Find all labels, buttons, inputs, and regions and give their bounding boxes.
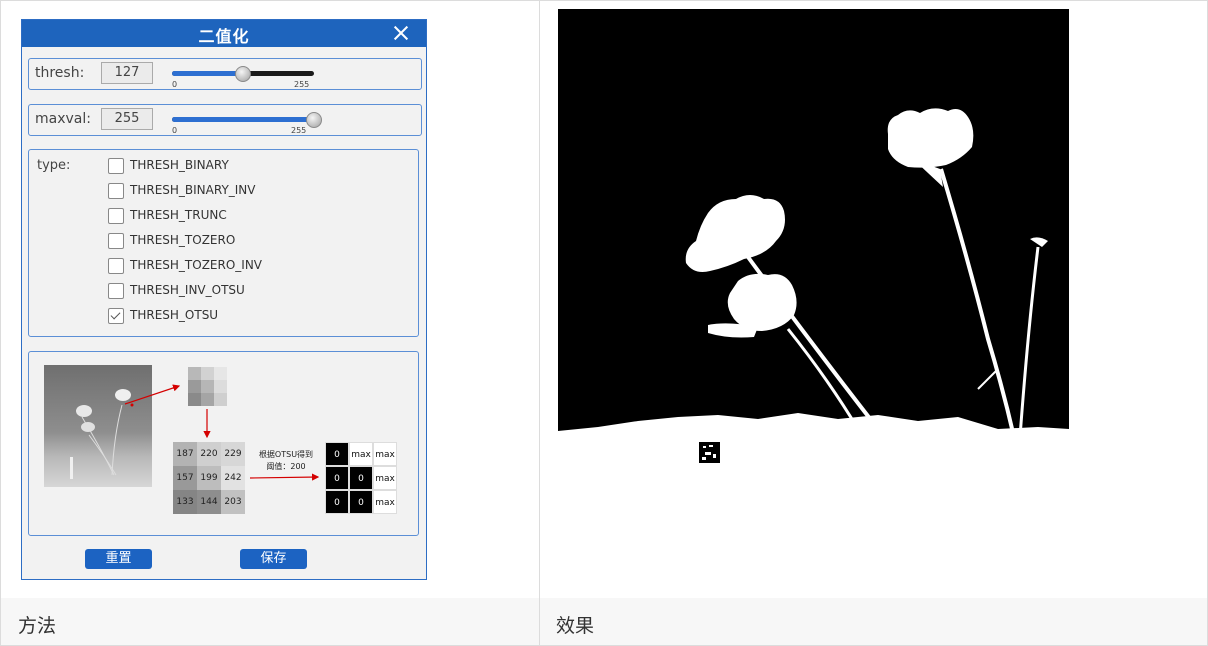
type-checkbox[interactable] bbox=[108, 258, 124, 274]
type-option-label: THRESH_INV_OTSU bbox=[130, 283, 245, 297]
result-cell: 0 bbox=[325, 490, 349, 514]
noise-patch bbox=[699, 442, 720, 463]
binarized-result-image bbox=[558, 9, 1069, 439]
type-option-label: THRESH_TOZERO bbox=[130, 233, 236, 247]
result-cell: max bbox=[373, 466, 397, 490]
flower-photo bbox=[44, 365, 152, 487]
maxval-spinbox[interactable]: 255 bbox=[101, 108, 153, 130]
type-checkbox[interactable] bbox=[108, 183, 124, 199]
maxval-label: maxval: bbox=[35, 111, 91, 127]
otsu-note-line2: 阈值：200 bbox=[266, 462, 306, 471]
zoom-pixel bbox=[214, 393, 227, 406]
thresh-label: thresh: bbox=[35, 65, 85, 81]
maxval-slider-handle[interactable] bbox=[306, 112, 322, 128]
zoom-pixel bbox=[214, 367, 227, 380]
type-option-label: THRESH_TRUNC bbox=[130, 208, 227, 222]
zoom-pixel bbox=[201, 367, 214, 380]
footer-cell-method bbox=[1, 598, 539, 645]
pixel-value-cell: 144 bbox=[197, 490, 221, 514]
result-cell: 0 bbox=[325, 442, 349, 466]
type-option-label: THRESH_TOZERO_INV bbox=[130, 258, 262, 272]
binarized-flowers-svg bbox=[558, 9, 1069, 439]
zoom-pixel bbox=[188, 380, 201, 393]
pixel-value-cell: 199 bbox=[197, 466, 221, 490]
type-checkbox[interactable] bbox=[108, 283, 124, 299]
result-cell: max bbox=[373, 442, 397, 466]
pixel-value-cell: 157 bbox=[173, 466, 197, 490]
type-checkbox[interactable] bbox=[108, 158, 124, 174]
binarize-dialog: 二值化 thresh: 127 0 255 maxval: 255 0 255 … bbox=[21, 19, 427, 580]
flower-photo-svg bbox=[70, 389, 134, 479]
result-cell: 0 bbox=[325, 466, 349, 490]
footer-effect-label: 效果 bbox=[556, 615, 595, 637]
thresh-group: thresh: 127 0 255 bbox=[28, 58, 422, 90]
dialog-title: 二值化 bbox=[198, 27, 250, 46]
zoom-pixel bbox=[201, 393, 214, 406]
noise-patch-svg bbox=[702, 445, 716, 460]
reset-button[interactable]: 重置 bbox=[85, 549, 152, 569]
grid-line-middle bbox=[539, 0, 540, 646]
pixel-value-cell: 203 bbox=[221, 490, 245, 514]
type-option-label: THRESH_OTSU bbox=[130, 308, 219, 322]
thresh-slider-handle[interactable] bbox=[234, 66, 251, 82]
type-option-label: THRESH_BINARY_INV bbox=[130, 183, 256, 197]
thresh-max-tick: 255 bbox=[294, 80, 310, 89]
zoom-pixel bbox=[188, 367, 201, 380]
maxval-max-tick: 255 bbox=[291, 126, 307, 135]
maxval-slider-fill bbox=[172, 117, 314, 122]
type-checkbox[interactable] bbox=[108, 233, 124, 249]
type-checkbox[interactable] bbox=[108, 308, 124, 324]
thresh-spinbox[interactable]: 127 bbox=[101, 62, 153, 84]
type-label: type: bbox=[37, 158, 71, 173]
close-icon[interactable] bbox=[392, 24, 410, 42]
maxval-group: maxval: 255 0 255 bbox=[28, 104, 422, 136]
thresh-min-tick: 0 bbox=[172, 80, 178, 89]
footer-method-label: 方法 bbox=[18, 615, 57, 637]
zoom-pixel bbox=[188, 393, 201, 406]
thresh-slider-fill bbox=[172, 71, 243, 76]
result-cell: 0 bbox=[349, 466, 373, 490]
pixel-value-cell: 220 bbox=[197, 442, 221, 466]
result-cell: max bbox=[349, 442, 373, 466]
otsu-note-line1: 根据OTSU得到 bbox=[258, 450, 314, 459]
zoom-pixel bbox=[214, 380, 227, 393]
save-button[interactable]: 保存 bbox=[240, 549, 307, 569]
result-cell: max bbox=[373, 490, 397, 514]
type-checkbox[interactable] bbox=[108, 208, 124, 224]
grid-line-left bbox=[0, 0, 1, 646]
maxval-min-tick: 0 bbox=[172, 126, 178, 135]
footer-cell-effect bbox=[540, 598, 1207, 645]
pixel-value-cell: 187 bbox=[173, 442, 197, 466]
pixel-value-cell: 242 bbox=[221, 466, 245, 490]
result-cell: 0 bbox=[349, 490, 373, 514]
pixel-value-cell: 133 bbox=[173, 490, 197, 514]
title-bar: 二值化 bbox=[22, 20, 426, 47]
pixel-value-cell: 229 bbox=[221, 442, 245, 466]
maxval-slider-track[interactable] bbox=[172, 117, 314, 122]
zoom-pixel bbox=[201, 380, 214, 393]
type-option-label: THRESH_BINARY bbox=[130, 158, 229, 172]
grid-line-top bbox=[0, 0, 1208, 1]
